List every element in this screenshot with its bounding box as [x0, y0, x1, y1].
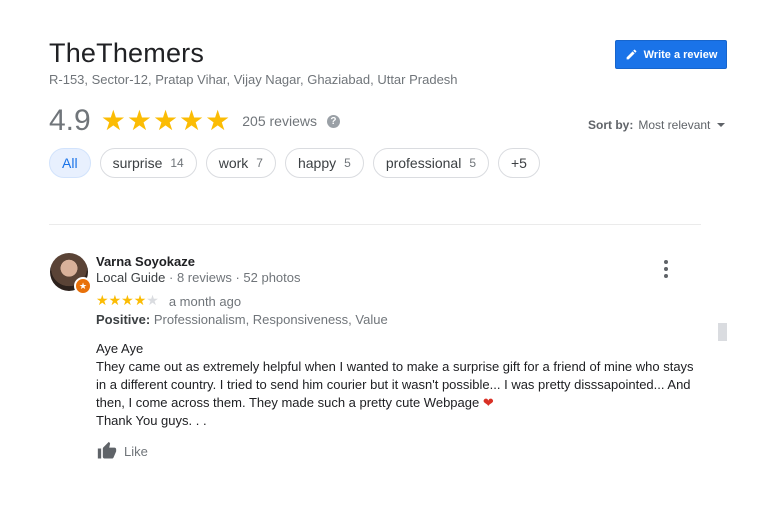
chip-count: 5 — [469, 156, 476, 170]
star-icon: ★ — [100, 105, 126, 136]
reviewer-name[interactable]: Varna Soyokaze — [96, 254, 195, 269]
rating-summary: 4.9 ★ ★ ★ ★ ★ 205 reviews ? — [49, 103, 340, 139]
chip-count: 14 — [170, 156, 184, 170]
chip-more[interactable]: +5 — [498, 148, 540, 178]
positive-attributes: Positive: Professionalism, Responsivenes… — [96, 312, 388, 327]
more-options-icon[interactable] — [660, 260, 672, 278]
thumbs-up-icon — [97, 441, 117, 459]
scrollbar-thumb[interactable] — [718, 323, 727, 341]
pencil-icon — [626, 49, 636, 60]
star-filled-icon: ★ — [108, 292, 122, 308]
heart-icon: ❤ — [482, 395, 494, 410]
help-icon[interactable]: ? — [326, 114, 340, 128]
positive-label: Positive: — [96, 312, 151, 327]
star-filled-icon: ★ — [121, 292, 134, 308]
business-address: R-153, Sector-12, Pratap Vihar, Vijay Na… — [49, 72, 458, 87]
star-filled-icon: ★ — [133, 292, 147, 308]
review-time: a month ago — [168, 293, 242, 309]
review-line: Thank You guys. . . — [96, 413, 207, 428]
average-rating: 4.9 — [49, 104, 91, 137]
review-line-text: They came out as extremely helpful when … — [96, 359, 694, 410]
star-icon: ★ — [152, 105, 179, 136]
chip-label: work — [218, 155, 249, 171]
sort-dropdown[interactable]: Sort by: Most relevant — [588, 118, 726, 132]
chip-label: All — [62, 155, 78, 171]
chip-all[interactable]: All — [49, 148, 91, 178]
review-line: They came out as extremely helpful when … — [96, 358, 701, 412]
review-body: Aye Aye They came out as extremely helpf… — [96, 340, 701, 430]
chip-label: happy — [297, 155, 337, 171]
review-stars: ★★★★★ — [96, 292, 159, 310]
chevron-down-icon — [717, 123, 726, 127]
sort-value: Most relevant — [638, 118, 711, 132]
local-guide-badge-icon: ★ — [74, 277, 92, 295]
rating-stars: ★ ★ ★ ★ ★ — [101, 107, 231, 135]
filter-chips: All surprise 14 work 7 happy 5 professio… — [49, 148, 540, 178]
business-title: TheThemers — [49, 38, 205, 68]
like-button[interactable]: Like — [96, 441, 148, 461]
divider — [49, 224, 701, 225]
chip-label: +5 — [511, 155, 527, 171]
write-review-button[interactable]: Write a review — [615, 40, 727, 69]
review-count: 205 reviews — [242, 113, 317, 129]
like-label: Like — [124, 443, 148, 459]
chip-work[interactable]: work 7 — [205, 148, 276, 178]
reviewer-role: Local Guide — [96, 270, 166, 285]
chip-surprise[interactable]: surprise 14 — [99, 148, 197, 178]
star-icon: ★ — [205, 105, 231, 136]
star-icon: ★ — [179, 105, 205, 136]
chip-happy[interactable]: happy 5 — [284, 148, 364, 178]
write-review-label: Write a review — [643, 48, 718, 61]
chip-label: surprise — [112, 155, 163, 171]
review-line: Aye Aye — [96, 341, 144, 356]
reviewer-stats: · 8 reviews · 52 photos — [165, 270, 301, 285]
reviewer-avatar[interactable]: ★ — [50, 253, 92, 295]
reviewer-meta: Local Guide · 8 reviews · 52 photos — [96, 270, 301, 285]
chip-label: professional — [385, 155, 462, 171]
chip-count: 7 — [256, 156, 263, 170]
review-rating: ★★★★★ a month ago — [96, 292, 241, 310]
star-filled-icon: ★ — [96, 292, 109, 308]
star-empty-icon: ★ — [146, 292, 159, 308]
chip-count: 5 — [344, 156, 351, 170]
star-icon: ★ — [126, 105, 152, 136]
chip-professional[interactable]: professional 5 — [372, 148, 489, 178]
positive-text: Professionalism, Responsiveness, Value — [153, 312, 388, 327]
sort-label: Sort by: — [588, 118, 634, 132]
